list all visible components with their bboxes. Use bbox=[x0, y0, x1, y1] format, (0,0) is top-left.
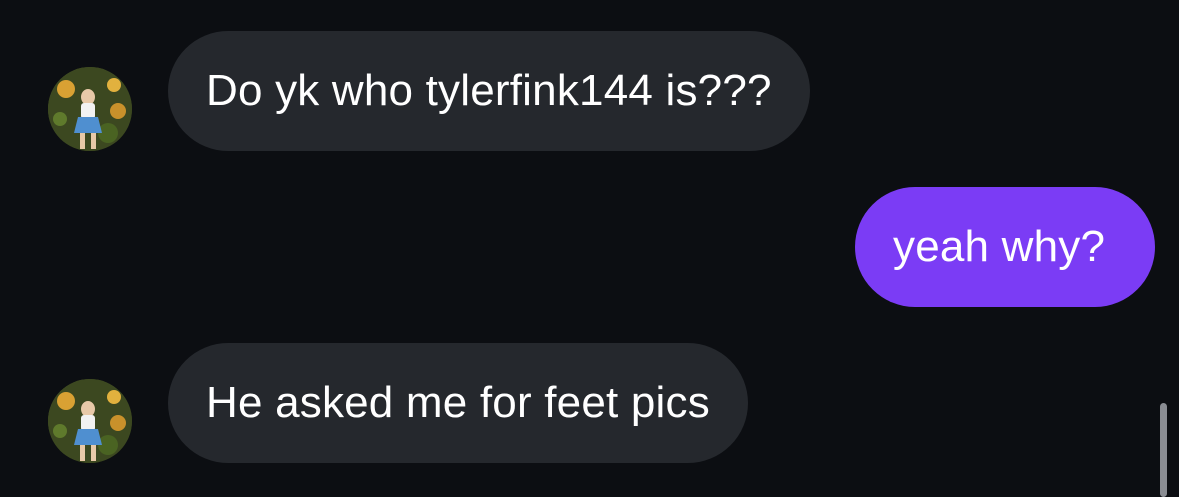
scrollbar-thumb[interactable] bbox=[1160, 403, 1167, 497]
message-bubble-incoming[interactable]: Do yk who tylerfink144 is??? bbox=[168, 31, 810, 151]
sender-avatar[interactable] bbox=[48, 67, 132, 151]
message-text: Do yk who tylerfink144 is??? bbox=[206, 66, 772, 115]
message-text: yeah why? bbox=[893, 222, 1106, 271]
avatar-photo-icon bbox=[48, 379, 132, 463]
message-bubble-outgoing[interactable]: yeah why? bbox=[855, 187, 1155, 307]
sender-avatar[interactable] bbox=[48, 379, 132, 463]
message-text: He asked me for feet pics bbox=[206, 378, 710, 427]
message-thread: Do yk who tylerfink144 is??? yeah why? H… bbox=[0, 0, 1179, 497]
avatar-photo-icon bbox=[48, 67, 132, 151]
message-bubble-incoming[interactable]: He asked me for feet pics bbox=[168, 343, 748, 463]
